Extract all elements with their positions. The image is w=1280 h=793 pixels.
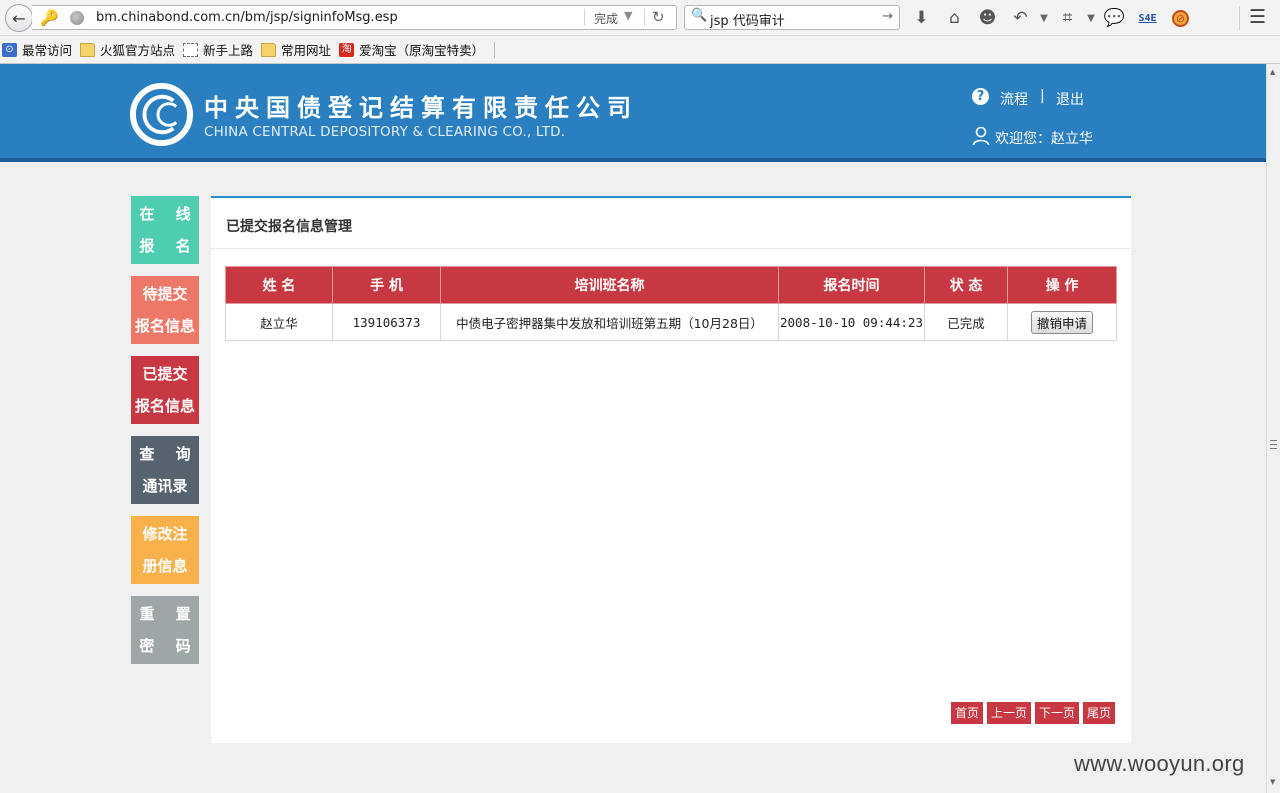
divider [211, 248, 1131, 249]
column-header-status: 状 态 [924, 266, 1008, 304]
folder-icon [80, 42, 96, 57]
globe-icon [70, 11, 84, 25]
main-panel: 已提交报名信息管理 姓 名 手 机 培训班名称 报名时间 状 态 操 作 赵立华… [211, 196, 1131, 743]
column-header-name: 姓 名 [225, 266, 333, 304]
url-text[interactable]: bm.chinabond.com.cn/bm/jsp/signinfoMsg.e… [96, 10, 398, 25]
bookmark-ai-taobao[interactable]: 淘 爱淘宝（原淘宝特卖） [339, 40, 484, 59]
search-input[interactable]: jsp 代码审计 [710, 10, 785, 29]
chat-bubble-icon[interactable]: ☻ [971, 4, 1004, 32]
watermark: www.wooyun.org [1074, 751, 1245, 776]
vertical-scrollbar[interactable]: ▲ ▼ [1266, 64, 1280, 793]
cell-name: 赵立华 [225, 303, 333, 341]
download-icon[interactable]: ⬇ [905, 4, 938, 32]
sidebar-item-pending-submissions[interactable]: 待提交 报名信息 [131, 276, 199, 344]
sidebar-item-reset-password[interactable]: 重 置 密 码 [131, 596, 199, 664]
url-bar[interactable]: 🔑 bm.chinabond.com.cn/bm/jsp/signinfoMsg… [32, 5, 677, 30]
s4e-icon[interactable]: S4E [1131, 4, 1164, 32]
next-page-button[interactable]: 下一页 [1034, 702, 1079, 724]
divider [644, 9, 645, 26]
registrations-table: 姓 名 手 机 培训班名称 报名时间 状 态 操 作 赵立华 139106373… [225, 266, 1117, 341]
company-name-cn: 中央国债登记结算有限责任公司 [204, 93, 638, 122]
column-header-phone: 手 机 [332, 266, 441, 304]
first-page-button[interactable]: 首页 [950, 702, 983, 724]
cancel-application-button[interactable]: 撤销申请 [1030, 310, 1093, 334]
page-icon [183, 42, 199, 57]
prev-page-button[interactable]: 上一页 [986, 702, 1031, 724]
cell-course: 中债电子密押器集中发放和培训班第五期（10月28日） [440, 303, 779, 341]
reload-icon[interactable]: ↻ [652, 8, 665, 26]
user-icon [972, 126, 990, 146]
cell-time: 2008-10-10 09:44:23 [778, 303, 925, 341]
site-identity-icon[interactable]: 🔑 [40, 9, 59, 27]
most-visited-icon: ⊙ [2, 42, 17, 57]
column-header-action: 操 作 [1007, 266, 1117, 304]
browser-toolbar: ← 🔑 bm.chinabond.com.cn/bm/jsp/signinfoM… [0, 0, 1280, 36]
last-page-button[interactable]: 尾页 [1082, 702, 1115, 724]
welcome-text: 欢迎您：赵立华 [995, 131, 1093, 147]
bookmark-most-visited[interactable]: ⊙ 最常访问 [2, 40, 72, 59]
bookmark-common-sites[interactable]: 常用网址 [261, 40, 331, 59]
taobao-icon: 淘 [339, 42, 355, 57]
bookmark-firefox-sites[interactable]: 火狐官方站点 [80, 40, 175, 59]
sidebar-item-online-signup[interactable]: 在 线 报 名 [131, 196, 199, 264]
divider [494, 41, 496, 58]
page-status: 完成 [594, 12, 619, 26]
help-icon[interactable]: ? [972, 88, 989, 105]
company-logo-icon [130, 83, 193, 146]
scroll-up-icon[interactable]: ▲ [1270, 68, 1275, 76]
undo-icon[interactable]: ↶ [1004, 4, 1037, 32]
home-icon[interactable]: ⌂ [938, 4, 971, 32]
cell-status: 已完成 [924, 303, 1008, 341]
scroll-down-icon[interactable]: ▼ [1270, 778, 1275, 786]
scroll-grip-icon[interactable] [1270, 440, 1277, 449]
pagination: 首页 上一页 下一页 尾页 [947, 702, 1115, 724]
bookmark-getting-started[interactable]: 新手上路 [183, 40, 253, 59]
back-button[interactable]: ← [5, 4, 33, 32]
site-header: 中央国债登记结算有限责任公司 CHINA CENTRAL DEPOSITORY … [0, 64, 1266, 162]
sidebar-item-edit-registration[interactable]: 修改注 册信息 [131, 516, 199, 584]
adblock-icon[interactable]: ⊘ [1164, 4, 1197, 32]
undo-dropdown-icon[interactable]: ▼ [1037, 4, 1051, 32]
search-bar[interactable]: 🔍 jsp 代码审计 → [684, 5, 900, 30]
table-header-row: 姓 名 手 机 培训班名称 报名时间 状 态 操 作 [225, 266, 1117, 304]
table-row: 赵立华 139106373 中债电子密押器集中发放和培训班第五期（10月28日）… [225, 303, 1117, 341]
url-dropdown-icon[interactable]: ▼ [624, 9, 632, 22]
menu-icon[interactable]: ☰ [1249, 6, 1266, 28]
crop-dropdown-icon[interactable]: ▼ [1084, 4, 1098, 32]
cell-action: 撤销申请 [1007, 303, 1117, 341]
toolbar-icons: ⬇ ⌂ ☻ ↶ ▼ ⌗ ▼ 💬 S4E ⊘ [905, 4, 1197, 32]
column-header-course: 培训班名称 [440, 266, 779, 304]
logout-link[interactable]: 退出 [1056, 89, 1084, 109]
company-name-en: CHINA CENTRAL DEPOSITORY & CLEARING CO.,… [204, 124, 566, 140]
column-header-time: 报名时间 [778, 266, 925, 304]
search-icon: 🔍 [691, 8, 708, 23]
link-separator: | [1040, 88, 1045, 104]
flow-link[interactable]: 流程 [1000, 89, 1028, 109]
divider [584, 9, 585, 26]
cell-phone: 139106373 [332, 303, 441, 341]
sidebar-item-address-book[interactable]: 查 询 通讯录 [131, 436, 199, 504]
crop-icon[interactable]: ⌗ [1051, 4, 1084, 32]
folder-icon [261, 42, 277, 57]
speech-icon[interactable]: 💬 [1098, 4, 1131, 32]
sidebar-item-submitted-registrations[interactable]: 已提交 报名信息 [131, 356, 199, 424]
divider [1239, 6, 1240, 30]
search-go-icon[interactable]: → [882, 9, 893, 24]
page-title: 已提交报名信息管理 [226, 219, 352, 235]
bookmarks-bar: ⊙ 最常访问 火狐官方站点 新手上路 常用网址 淘 爱淘宝（原淘宝特卖） [0, 36, 1280, 64]
